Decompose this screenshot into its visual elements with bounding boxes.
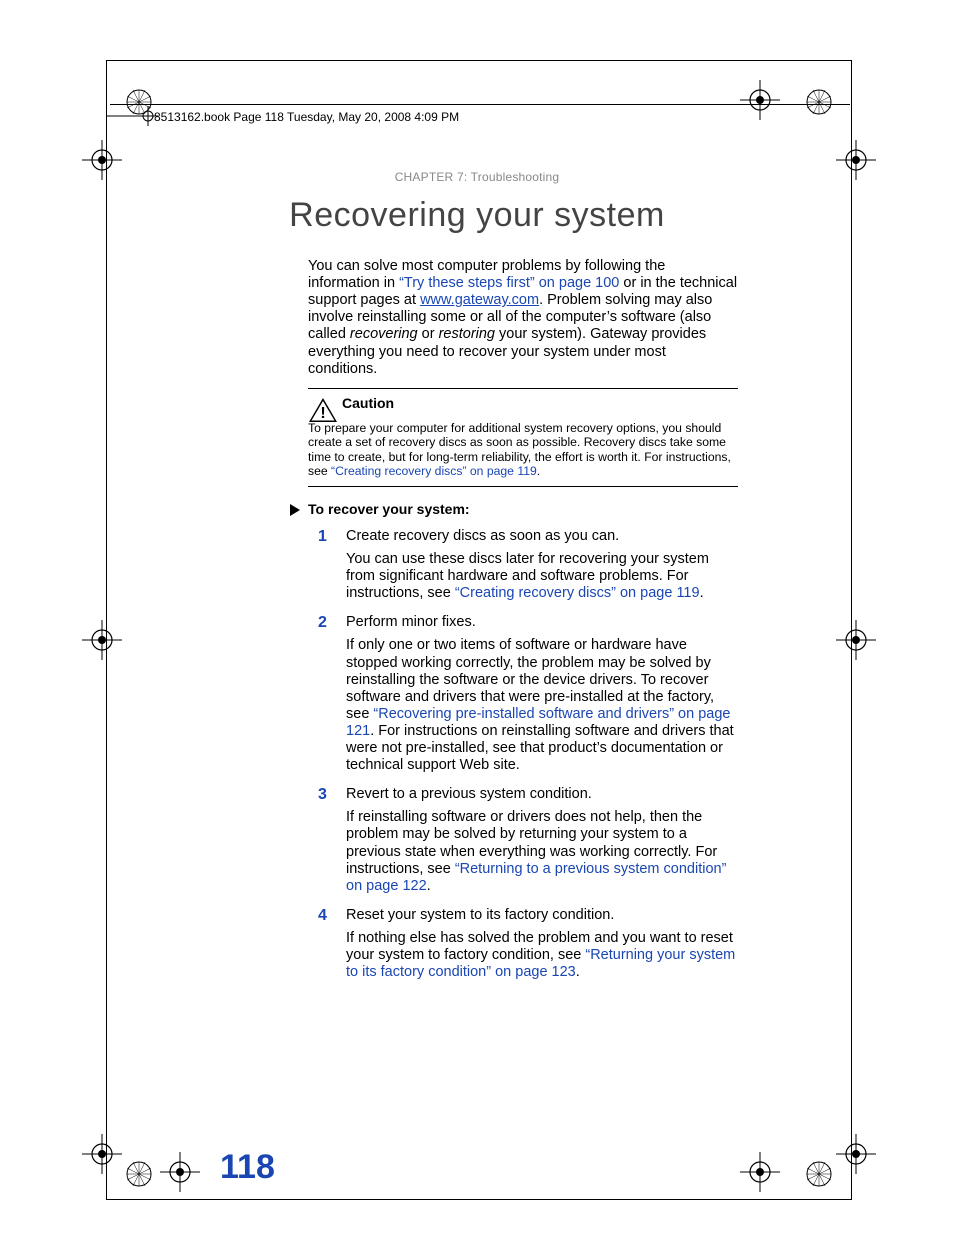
section-title: Recovering your system [0, 196, 954, 235]
step-title: Reset your system to its factory conditi… [346, 907, 738, 924]
step-title: Create recovery discs as soon as you can… [346, 528, 738, 545]
step: 4 Reset your system to its factory condi… [308, 907, 738, 981]
step-number: 4 [318, 907, 327, 926]
caution-label: Caution [342, 395, 394, 411]
caution-box: ! Caution To prepare your computer for a… [308, 388, 738, 488]
step-number: 3 [318, 786, 327, 805]
step-number: 2 [318, 614, 327, 633]
xref-creating-recovery-discs[interactable]: “Creating recovery discs” on page 119 [455, 585, 700, 601]
header-rule [110, 104, 850, 105]
page: 8513162.book Page 118 Tuesday, May 20, 2… [0, 0, 954, 1235]
triangle-right-icon [290, 503, 300, 520]
link-gateway[interactable]: www.gateway.com [420, 292, 539, 308]
step-body-text: . [576, 964, 580, 980]
intro-text: or [418, 326, 439, 342]
step-body-text: . [700, 585, 704, 601]
step-title: Revert to a previous system condition. [346, 786, 738, 803]
step: 1 Create recovery discs as soon as you c… [308, 528, 738, 602]
body-column: You can solve most computer problems by … [308, 258, 738, 981]
svg-text:!: ! [320, 405, 325, 422]
step: 3 Revert to a previous system condition.… [308, 786, 738, 895]
term-recovering: recovering [350, 326, 418, 342]
procedure-heading-text: To recover your system: [308, 501, 470, 517]
xref-try-these-steps[interactable]: “Try these steps first” on page 100 [399, 275, 619, 291]
step-body-text: . [427, 878, 431, 894]
xref-creating-recovery-discs[interactable]: “Creating recovery discs” on page 119 [331, 464, 537, 478]
term-restoring: restoring [439, 326, 495, 342]
caution-icon: ! [308, 397, 338, 423]
page-number: 118 [220, 1148, 275, 1187]
step-title: Perform minor fixes. [346, 614, 738, 631]
procedure-heading: To recover your system: [308, 501, 738, 518]
caution-text: . [537, 464, 540, 478]
step-body-text: . For instructions on reinstalling softw… [346, 723, 734, 773]
crop-header-text: 8513162.book Page 118 Tuesday, May 20, 2… [154, 110, 459, 124]
step-number: 1 [318, 528, 327, 547]
step: 2 Perform minor fixes. If only one or tw… [308, 614, 738, 774]
chapter-header: CHAPTER 7: Troubleshooting [0, 170, 954, 184]
intro-paragraph: You can solve most computer problems by … [308, 258, 738, 378]
